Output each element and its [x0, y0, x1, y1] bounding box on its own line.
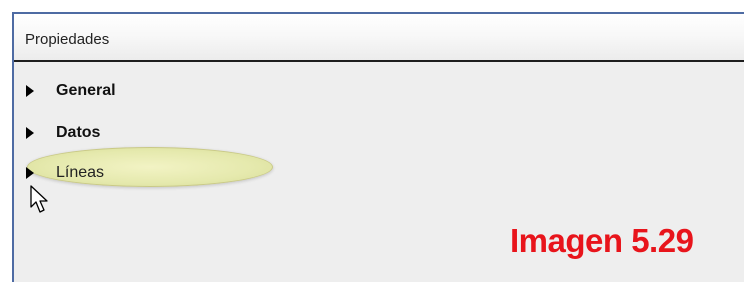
section-lineas[interactable]: Líneas [12, 160, 312, 188]
section-label: General [56, 82, 116, 99]
mouse-cursor-icon [30, 185, 50, 220]
panel-title: Propiedades [25, 31, 110, 48]
expand-arrow-icon[interactable] [26, 127, 34, 139]
section-datos[interactable]: Datos [12, 120, 312, 148]
panel-header: Propiedades [14, 14, 744, 62]
expand-arrow-icon[interactable] [26, 167, 34, 179]
image-caption: Imagen 5.29 [510, 222, 694, 259]
section-label: Líneas [56, 164, 105, 181]
section-general[interactable]: General [12, 78, 312, 106]
section-label: Datos [56, 124, 101, 141]
expand-arrow-icon[interactable] [26, 85, 34, 97]
